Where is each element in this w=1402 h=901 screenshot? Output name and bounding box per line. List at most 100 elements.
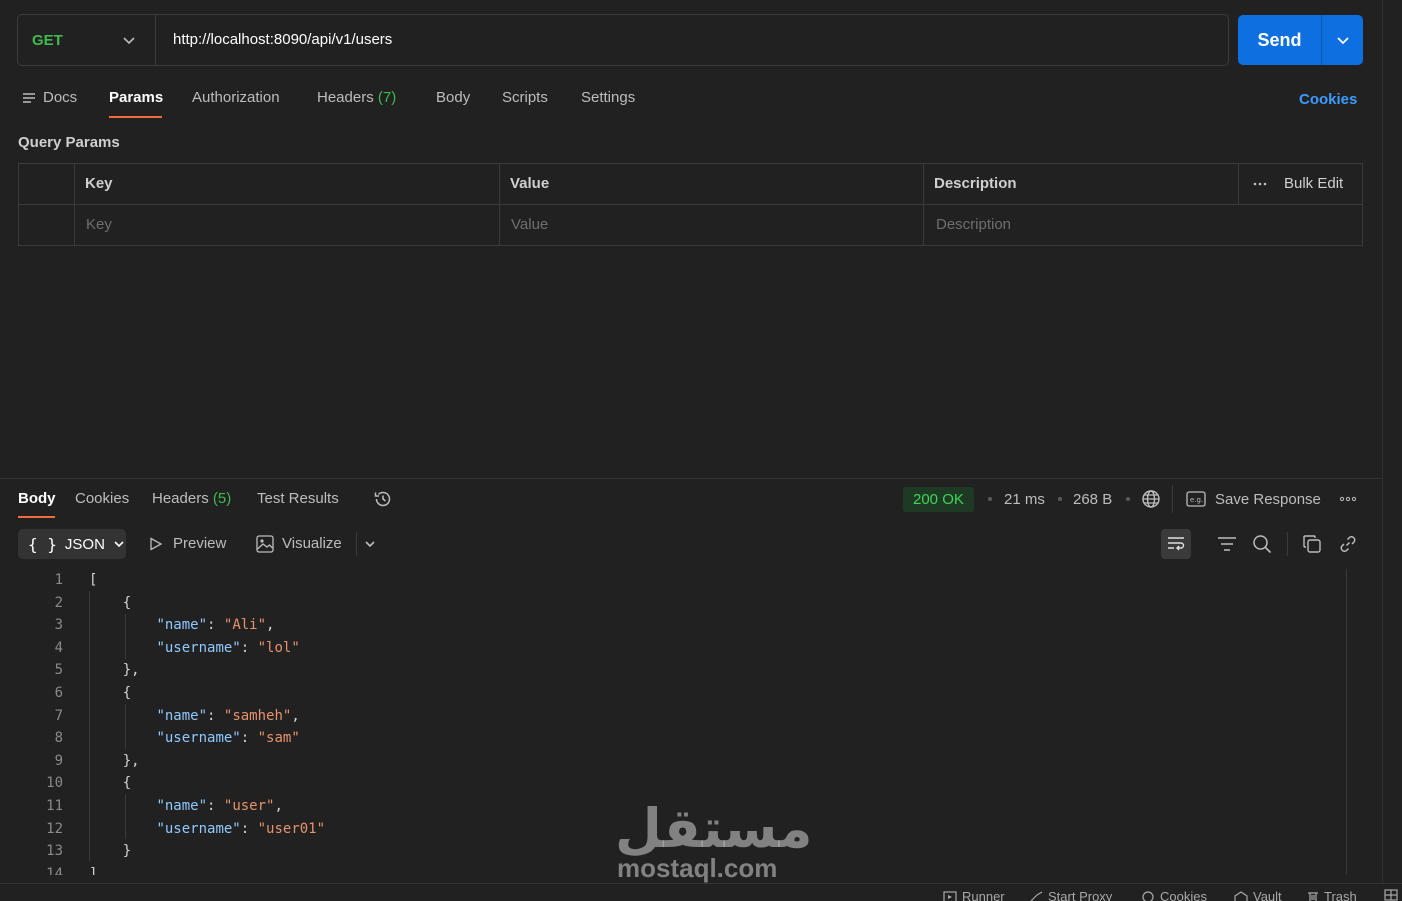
format-label: JSON <box>64 535 105 553</box>
globe-icon[interactable] <box>1141 489 1161 509</box>
tab-scripts[interactable]: Scripts <box>502 89 548 106</box>
code-text: }, <box>89 662 140 679</box>
link-icon[interactable] <box>1338 534 1358 554</box>
cookie-icon <box>1141 890 1155 901</box>
pane-splitter[interactable] <box>0 478 1383 479</box>
response-tab-cookies[interactable]: Cookies <box>75 490 129 507</box>
send-options-button[interactable] <box>1322 15 1363 65</box>
code-text: "username": "lol" <box>156 639 300 656</box>
search-icon[interactable] <box>1252 534 1272 554</box>
runner-button[interactable]: Runner <box>943 889 1005 901</box>
code-text: }, <box>89 752 140 769</box>
url-input[interactable]: http://localhost:8090/api/v1/users <box>173 31 392 48</box>
code-text: "name": "samheh", <box>156 707 300 724</box>
layout-icon[interactable] <box>1384 889 1398 901</box>
key-input[interactable]: Key <box>86 216 112 233</box>
cookies-label: Cookies <box>1160 889 1207 901</box>
line-number: 7 <box>54 707 63 724</box>
wrap-lines-button[interactable] <box>1161 529 1191 559</box>
history-icon[interactable] <box>373 489 393 509</box>
response-tab-test-results[interactable]: Test Results <box>257 490 339 507</box>
user-username: user01 <box>266 820 317 837</box>
code-text: { <box>89 594 132 611</box>
table-divider <box>1238 164 1239 204</box>
tab-authorization[interactable]: Authorization <box>192 89 280 106</box>
method-label: GET <box>32 31 63 49</box>
user-name: Ali <box>232 617 258 634</box>
visualize-button[interactable]: Visualize <box>282 535 342 552</box>
tab-docs[interactable]: Docs <box>43 89 77 106</box>
bulk-edit-button[interactable]: Bulk Edit <box>1284 175 1343 192</box>
code-text: { <box>89 775 132 792</box>
copy-icon[interactable] <box>1303 535 1321 553</box>
url-bar: GET http://localhost:8090/api/v1/users <box>17 14 1229 66</box>
start-proxy-button[interactable]: Start Proxy <box>1029 889 1112 901</box>
column-description: Description <box>934 175 1017 192</box>
status-badge[interactable]: 200 OK <box>903 487 974 512</box>
tab-headers[interactable]: Headers (7) <box>317 89 396 106</box>
line-number: 14 <box>46 865 63 875</box>
svg-text:e.g.: e.g. <box>1190 496 1203 504</box>
tab-settings[interactable]: Settings <box>581 89 635 106</box>
user-name: user <box>232 797 267 814</box>
table-divider <box>19 204 1362 205</box>
watermark-logo: مستقل <box>615 797 813 860</box>
value-input[interactable]: Value <box>511 216 548 233</box>
line-number: 4 <box>54 639 63 656</box>
column-key: Key <box>85 175 113 192</box>
vertical-scrollbar[interactable] <box>1346 569 1347 874</box>
wrap-icon <box>1166 536 1186 552</box>
line-number: 13 <box>46 843 63 860</box>
line-number: 12 <box>46 820 63 837</box>
toolbar-divider <box>356 532 357 556</box>
trash-button[interactable]: Trash <box>1307 889 1357 901</box>
chevron-down-icon[interactable] <box>364 538 376 550</box>
tab-params[interactable]: Params <box>109 89 163 106</box>
code-line: 3 "name": "Ali", <box>0 614 1346 637</box>
chevron-down-icon <box>113 538 125 550</box>
vault-button[interactable]: Vault <box>1234 889 1282 901</box>
braces-icon: { } <box>28 534 57 554</box>
preview-button[interactable]: Preview <box>173 535 226 552</box>
format-select[interactable]: { } JSON <box>18 529 126 559</box>
more-icon[interactable] <box>1339 496 1357 502</box>
response-tab-headers-label: Headers <box>152 490 209 507</box>
separator-dot <box>1126 497 1130 501</box>
trash-icon <box>1307 891 1319 901</box>
response-time[interactable]: 21 ms <box>1004 491 1045 508</box>
filter-icon[interactable] <box>1217 535 1237 553</box>
toolbar-divider <box>1287 532 1288 556</box>
code-text: "username": "user01" <box>156 820 326 837</box>
example-icon: e.g. <box>1186 491 1206 507</box>
docs-icon <box>22 92 36 104</box>
image-icon <box>256 535 274 553</box>
tab-body[interactable]: Body <box>436 89 470 106</box>
response-size[interactable]: 268 B <box>1073 491 1112 508</box>
cookies-link[interactable]: Cookies <box>1299 91 1357 108</box>
cookies-button[interactable]: Cookies <box>1141 889 1207 901</box>
response-tab-headers[interactable]: Headers (5) <box>152 490 231 507</box>
code-line: 5 }, <box>0 659 1346 682</box>
code-line: 8 "username": "sam" <box>0 727 1346 750</box>
response-tab-body[interactable]: Body <box>18 490 56 507</box>
code-text: } <box>89 843 132 860</box>
trash-label: Trash <box>1324 889 1357 901</box>
user-username: lol <box>266 639 292 656</box>
code-text: { <box>89 684 132 701</box>
separator-dot <box>988 497 992 501</box>
user-username: sam <box>266 730 292 747</box>
user-name: samheh <box>232 707 283 724</box>
code-line: 1[ <box>0 569 1346 592</box>
code-text: [ <box>89 572 98 588</box>
query-params-title: Query Params <box>18 134 120 151</box>
toolbar-divider <box>1172 485 1173 513</box>
runner-label: Runner <box>962 889 1005 901</box>
code-line: 10 { <box>0 772 1346 795</box>
more-icon[interactable] <box>1253 181 1267 187</box>
right-edge-divider <box>1382 0 1383 883</box>
line-number: 8 <box>54 730 63 747</box>
send-button[interactable]: Send <box>1238 15 1322 65</box>
save-response-button[interactable]: Save Response <box>1215 491 1321 508</box>
description-input[interactable]: Description <box>936 216 1011 233</box>
tab-headers-label: Headers <box>317 89 374 106</box>
